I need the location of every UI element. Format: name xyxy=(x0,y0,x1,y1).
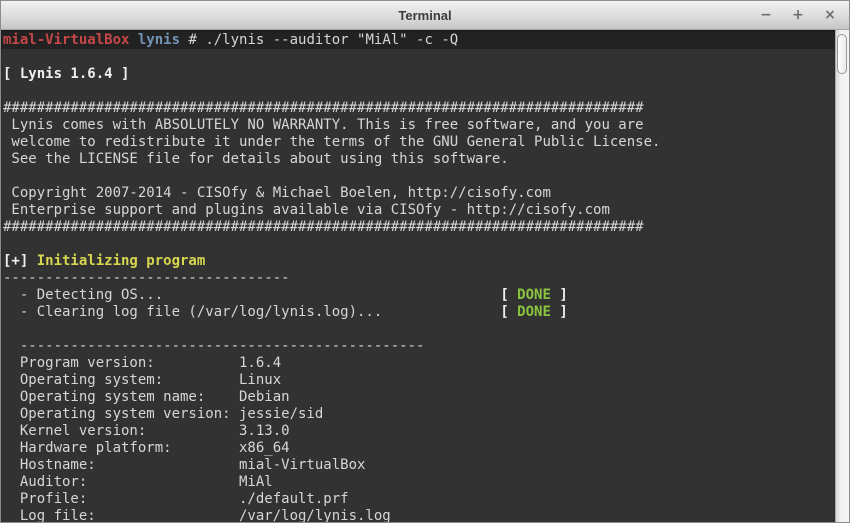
text-segment: [ xyxy=(500,287,518,303)
text-segment: ----------------------------------------… xyxy=(3,338,425,354)
text-segment: Hardware platform: x86_64 xyxy=(3,440,290,456)
text-segment: Copyright 2007-2014 - CISOfy & Michael B… xyxy=(3,185,551,201)
text-segment: Hostname: mial-VirtualBox xyxy=(3,457,366,473)
window-title: Terminal xyxy=(398,7,452,23)
terminal-line: Operating system: Linux xyxy=(3,372,835,389)
terminal-line: [ Lynis 1.6.4 ] xyxy=(3,66,835,83)
text-segment: ---------------------------------- xyxy=(3,270,290,286)
text-segment: # ./lynis --auditor "MiAl" -c -Q xyxy=(180,32,459,48)
text-segment: Operating system version: jessie/sid xyxy=(3,406,324,422)
text-segment: Enterprise support and plugins available… xyxy=(3,202,610,218)
text-segment: DONE xyxy=(517,287,551,303)
text-segment: Log file: /var/log/lynis.log xyxy=(3,508,391,522)
terminal-line: mial-VirtualBox lynis # ./lynis --audito… xyxy=(1,32,835,49)
terminal-line: Enterprise support and plugins available… xyxy=(3,202,835,219)
terminal-line: Kernel version: 3.13.0 xyxy=(3,423,835,440)
text-segment: Lynis comes with ABSOLUTELY NO WARRANTY.… xyxy=(3,117,644,133)
terminal-line: Hardware platform: x86_64 xyxy=(3,440,835,457)
text-segment: Kernel version: 3.13.0 xyxy=(3,423,290,439)
terminal-line: Copyright 2007-2014 - CISOfy & Michael B… xyxy=(3,185,835,202)
text-segment: ] xyxy=(550,287,568,303)
terminal-line: - Clearing log file (/var/log/lynis.log)… xyxy=(3,304,835,321)
text-segment: ########################################… xyxy=(3,100,644,116)
text-segment: - Clearing log file (/var/log/lynis.log)… xyxy=(3,304,383,320)
terminal-line: Profile: ./default.prf xyxy=(3,491,835,508)
terminal-line: ########################################… xyxy=(3,100,835,117)
terminal-line: Program version: 1.6.4 xyxy=(3,355,835,372)
text-segment xyxy=(129,32,137,48)
text-segment: Initializing program xyxy=(36,253,206,269)
text-segment: [+] xyxy=(3,253,37,269)
terminal-line: See the LICENSE file for details about u… xyxy=(3,151,835,168)
text-segment: Auditor: MiAl xyxy=(3,474,273,490)
terminal-line: Lynis comes with ABSOLUTELY NO WARRANTY.… xyxy=(3,117,835,134)
terminal-line: [+] Initializing program xyxy=(3,253,835,270)
close-button[interactable]: × xyxy=(819,4,841,26)
terminal-screen[interactable]: mial-VirtualBox lynis # ./lynis --audito… xyxy=(1,30,835,522)
terminal-line: Auditor: MiAl xyxy=(3,474,835,491)
text-segment: [ Lynis 1.6.4 ] xyxy=(3,66,130,82)
terminal-line: Operating system name: Debian xyxy=(3,389,835,406)
terminal-line: ---------------------------------- xyxy=(3,270,835,287)
terminal-line: Operating system version: jessie/sid xyxy=(3,406,835,423)
terminal-line: Log file: /var/log/lynis.log xyxy=(3,508,835,522)
window-controls: − + × xyxy=(755,1,841,29)
terminal-window: Terminal − + × mial-VirtualBox lynis # .… xyxy=(0,0,850,523)
text-segment: welcome to redistribute it under the ter… xyxy=(3,134,661,150)
terminal-line: Hostname: mial-VirtualBox xyxy=(3,457,835,474)
text-segment: ########################################… xyxy=(3,219,644,235)
text-segment: - Detecting OS... xyxy=(3,287,164,303)
text-segment: DONE xyxy=(517,304,551,320)
terminal-line: ########################################… xyxy=(3,219,835,236)
titlebar[interactable]: Terminal − + × xyxy=(1,1,849,30)
scrollbar[interactable] xyxy=(835,30,849,522)
text-segment: See the LICENSE file for details about u… xyxy=(3,151,509,167)
maximize-button[interactable]: + xyxy=(787,4,809,26)
text-segment xyxy=(163,287,500,303)
text-segment: Profile: ./default.prf xyxy=(3,491,349,507)
terminal-output: mial-VirtualBox lynis # ./lynis --audito… xyxy=(1,30,835,522)
terminal-line: ----------------------------------------… xyxy=(3,338,835,355)
text-segment: mial-VirtualBox xyxy=(3,32,130,48)
text-segment: ] xyxy=(550,304,568,320)
text-segment: Operating system: Linux xyxy=(3,372,282,388)
text-segment: [ xyxy=(500,304,518,320)
text-segment: Operating system name: Debian xyxy=(3,389,290,405)
text-segment xyxy=(382,304,500,320)
scrollbar-thumb[interactable] xyxy=(837,34,847,74)
minimize-button[interactable]: − xyxy=(755,4,777,26)
terminal-line: welcome to redistribute it under the ter… xyxy=(3,134,835,151)
terminal-line: - Detecting OS... [ DONE ] xyxy=(3,287,835,304)
text-segment: Program version: 1.6.4 xyxy=(3,355,282,371)
text-segment: lynis xyxy=(137,32,181,48)
